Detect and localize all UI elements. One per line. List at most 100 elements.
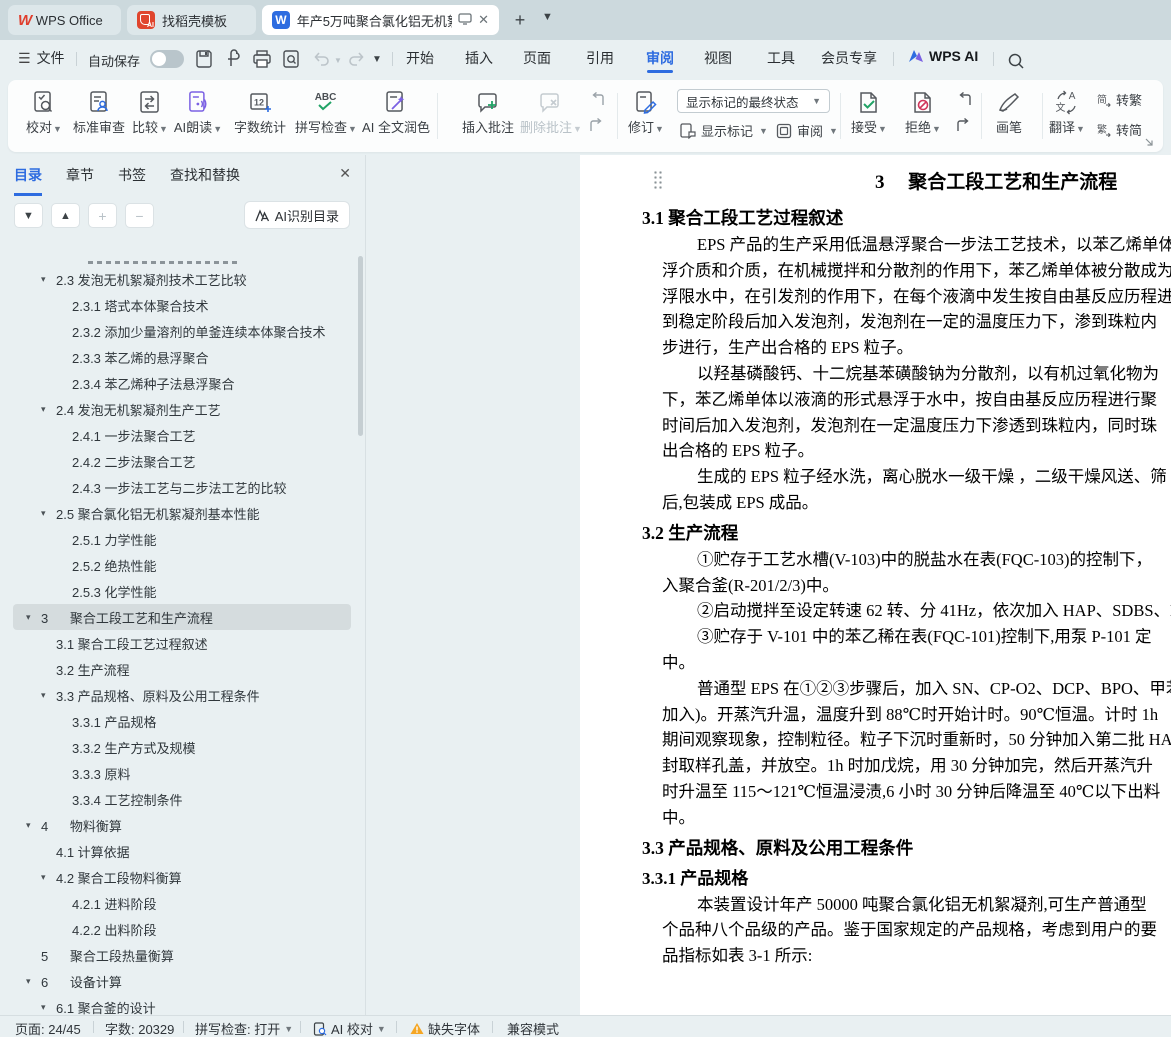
collapse-triangle-icon[interactable]: ▾ [41,274,56,285]
toc-item[interactable]: 3.3.1 产品规格 [13,708,351,734]
menu-tools[interactable]: 工具 [767,48,795,68]
expand-down-button[interactable]: ▼ [14,203,43,228]
toc-item[interactable]: 4.2.2 出料阶段 [13,916,351,942]
menu-reference[interactable]: 引用 [586,48,614,68]
toc-item[interactable]: 2.4.2 二步法聚合工艺 [13,448,351,474]
collapse-triangle-icon[interactable]: ▾ [41,1002,56,1013]
toc-item[interactable]: ▾4.2 聚合工段物料衡算 [13,864,351,890]
compatibility-mode-indicator[interactable]: 兼容模式 [507,1019,559,1037]
paragraph-drag-handle-icon[interactable] [653,170,663,189]
toc-item[interactable]: ▾3.1 聚合工段工艺过程叙述 [13,630,351,656]
close-tab-icon[interactable]: ✕ [478,12,489,28]
toc-item[interactable]: 3.3.4 工艺控制条件 [13,786,351,812]
spell-check-button[interactable]: ABC 拼写检查▼ [295,87,357,137]
doc-line[interactable]: 普通型 EPS 在①②③步骤后，加入 SN、CP-O2、DCP、BPO、甲苯( [580,676,1171,702]
reviewers-button[interactable]: 审阅▼ [776,121,838,140]
doc-line[interactable]: 期间观察现象，控制粒径。粒子下沉时重新时，50 分钟加入第二批 HA [580,727,1171,753]
tab-chapters[interactable]: 章节 [66,165,94,196]
doc-line[interactable]: 出合格的 EPS 粒子。 [580,438,1171,464]
toc-item-clipped[interactable] [13,256,351,266]
toc-item[interactable]: 2.4.1 一步法聚合工艺 [13,422,351,448]
ink-brush-button[interactable]: 画笔 [996,87,1022,137]
collapse-triangle-icon[interactable]: ▾ [26,976,41,987]
zoom-out-button[interactable]: − [125,203,154,228]
doc-line[interactable]: 到稳定阶段后加入发泡剂，发泡剂在一定的温度压力下，渗到珠粒内 [580,309,1171,335]
toc-item[interactable]: ▾3.2 生产流程 [13,656,351,682]
toc-item[interactable]: 4.2.1 进料阶段 [13,890,351,916]
tab-docer-templates[interactable]: AI 找稻壳模板 [127,5,256,35]
previous-comment-icon[interactable] [586,87,608,113]
redo-icon[interactable] [346,49,366,69]
toc-item[interactable]: 2.3.3 苯乙烯的悬浮聚合 [13,344,351,370]
collapse-triangle-icon[interactable]: ▾ [41,508,56,519]
show-markup-button[interactable]: 显示标记▼ [680,121,768,140]
tab-find-replace[interactable]: 查找和替换 [170,165,240,196]
print-icon[interactable] [252,49,272,69]
toc-item[interactable]: ▾3.3 产品规格、原料及公用工程条件 [13,682,351,708]
doc-line[interactable]: 3.3 产品规格、原料及公用工程条件 [580,831,1171,862]
ai-read-button[interactable]: AI朗读▼ [174,87,222,137]
next-comment-icon[interactable] [586,113,608,139]
page-indicator[interactable]: 页面: 24/45 [15,1019,81,1037]
next-change-icon[interactable] [953,113,975,139]
standard-review-button[interactable]: 标准审查 [73,87,125,137]
collapse-triangle-icon[interactable]: ▾ [26,612,41,623]
doc-line[interactable]: 中。 [580,805,1171,831]
more-commands-chevron-icon[interactable]: ▼ [372,54,382,65]
doc-line[interactable]: 品指标如表 3-1 所示: [580,943,1171,969]
doc-line[interactable]: 后,包装成 EPS 成品。 [580,490,1171,516]
print-preview-icon[interactable] [281,49,301,69]
toc-item[interactable]: 2.3.1 塔式本体聚合技术 [13,292,351,318]
autosave-toggle[interactable] [150,50,184,68]
doc-line[interactable]: 本装置设计年产 50000 吨聚合氯化铝无机絮凝剂,可生产普通型 [580,892,1171,918]
doc-line[interactable]: EPS 产品的生产采用低温悬浮聚合一步法工艺技术，以苯乙烯单体 [580,232,1171,258]
toc-item[interactable]: ▾2.4 发泡无机絮凝剂生产工艺 [13,396,351,422]
proofread-button[interactable]: 校对▼ [26,87,62,137]
doc-line[interactable]: ③贮存于 V-101 中的苯乙稀在表(FQC-101)控制下,用泵 P-101 … [580,624,1171,650]
undo-chevron-icon[interactable]: ▼ [334,56,342,65]
markup-state-dropdown[interactable]: 显示标记的最终状态 ▼ [677,89,830,113]
menu-insert[interactable]: 插入 [465,48,493,68]
zoom-in-button[interactable]: + [88,203,117,228]
undo-icon[interactable] [312,49,332,69]
doc-line[interactable]: 浮介质和介质，在机械搅拌和分散剂的作用下，苯乙烯单体被分散成为 [580,258,1171,284]
missing-font-warning[interactable]: 缺失字体 [410,1019,480,1037]
to-traditional-button[interactable]: 简 转繁 [1095,90,1142,109]
ribbon-expand-icon[interactable] [1144,134,1154,152]
export-pdf-icon[interactable] [224,49,244,69]
toc-item[interactable]: 3.3.2 生产方式及规模 [13,734,351,760]
doc-line[interactable]: 3 聚合工段工艺和生产流程 [580,165,1171,201]
doc-line[interactable]: ②启动搅拌至设定转速 62 转、分 41Hz，依次加入 HAP、SDBS、D [580,598,1171,624]
doc-line[interactable]: 3.1 聚合工段工艺过程叙述 [580,201,1171,232]
toc-item[interactable]: 3.3.3 原料 [13,760,351,786]
doc-line[interactable]: 浮限水中，在引发剂的作用下，在每个液滴中发生按自由基反应历程进 [580,284,1171,310]
toc-item[interactable]: 2.5.2 绝热性能 [13,552,351,578]
sidebar-close-icon[interactable]: ✕ [339,165,351,182]
toc-item[interactable]: 2.3.4 苯乙烯种子法悬浮聚合 [13,370,351,396]
translate-button[interactable]: 文A 翻译▼ [1049,87,1085,137]
reject-change-button[interactable]: 拒绝▼ [905,87,941,137]
to-simplified-button[interactable]: 繁 转简 [1095,120,1142,139]
delete-comment-button[interactable]: 删除批注▼ [520,87,582,137]
doc-line[interactable]: 步进行，生产出合格的 EPS 粒子。 [580,335,1171,361]
menu-home[interactable]: 开始 [406,48,434,68]
tab-list-chevron-icon[interactable]: ▼ [542,11,553,23]
doc-line[interactable]: 时间后加入发泡剂，发泡剂在一定温度压力下渗透到珠粒内，同时珠 [580,413,1171,439]
previous-change-icon[interactable] [953,87,975,113]
menu-member[interactable]: 会员专享 [821,48,877,68]
toc-item[interactable]: ▾4 物料衡算 [13,812,351,838]
toc-item[interactable]: ▾6 设备计算 [13,968,351,994]
toc-item[interactable]: 2.5.1 力学性能 [13,526,351,552]
collapse-up-button[interactable]: ▲ [51,203,80,228]
spellcheck-status[interactable]: 拼写检查: 打开▼ [195,1019,293,1037]
toc-item[interactable]: ▾3 聚合工段工艺和生产流程 [13,604,351,630]
doc-line[interactable]: 中。 [580,650,1171,676]
doc-line[interactable]: 生成的 EPS 粒子经水洗，离心脱水一级干燥 ，二级干燥风送、筛 [580,464,1171,490]
search-icon[interactable] [1006,51,1026,71]
doc-line[interactable]: 加入)。开蒸汽升温，温度升到 88℃时开始计时。90℃恒温。计时 1h [580,702,1171,728]
toc-item[interactable]: ▾2.3 发泡无机絮凝剂技术工艺比较 [13,266,351,292]
tab-bookmarks[interactable]: 书签 [118,165,146,196]
doc-line[interactable]: 封取样孔盖，并放空。1h 时加戊烷，用 30 分钟加完，然后开蒸汽升 [580,753,1171,779]
collapse-triangle-icon[interactable]: ▾ [41,872,56,883]
toc-item[interactable]: 2.4.3 一步法工艺与二步法工艺的比较 [13,474,351,500]
